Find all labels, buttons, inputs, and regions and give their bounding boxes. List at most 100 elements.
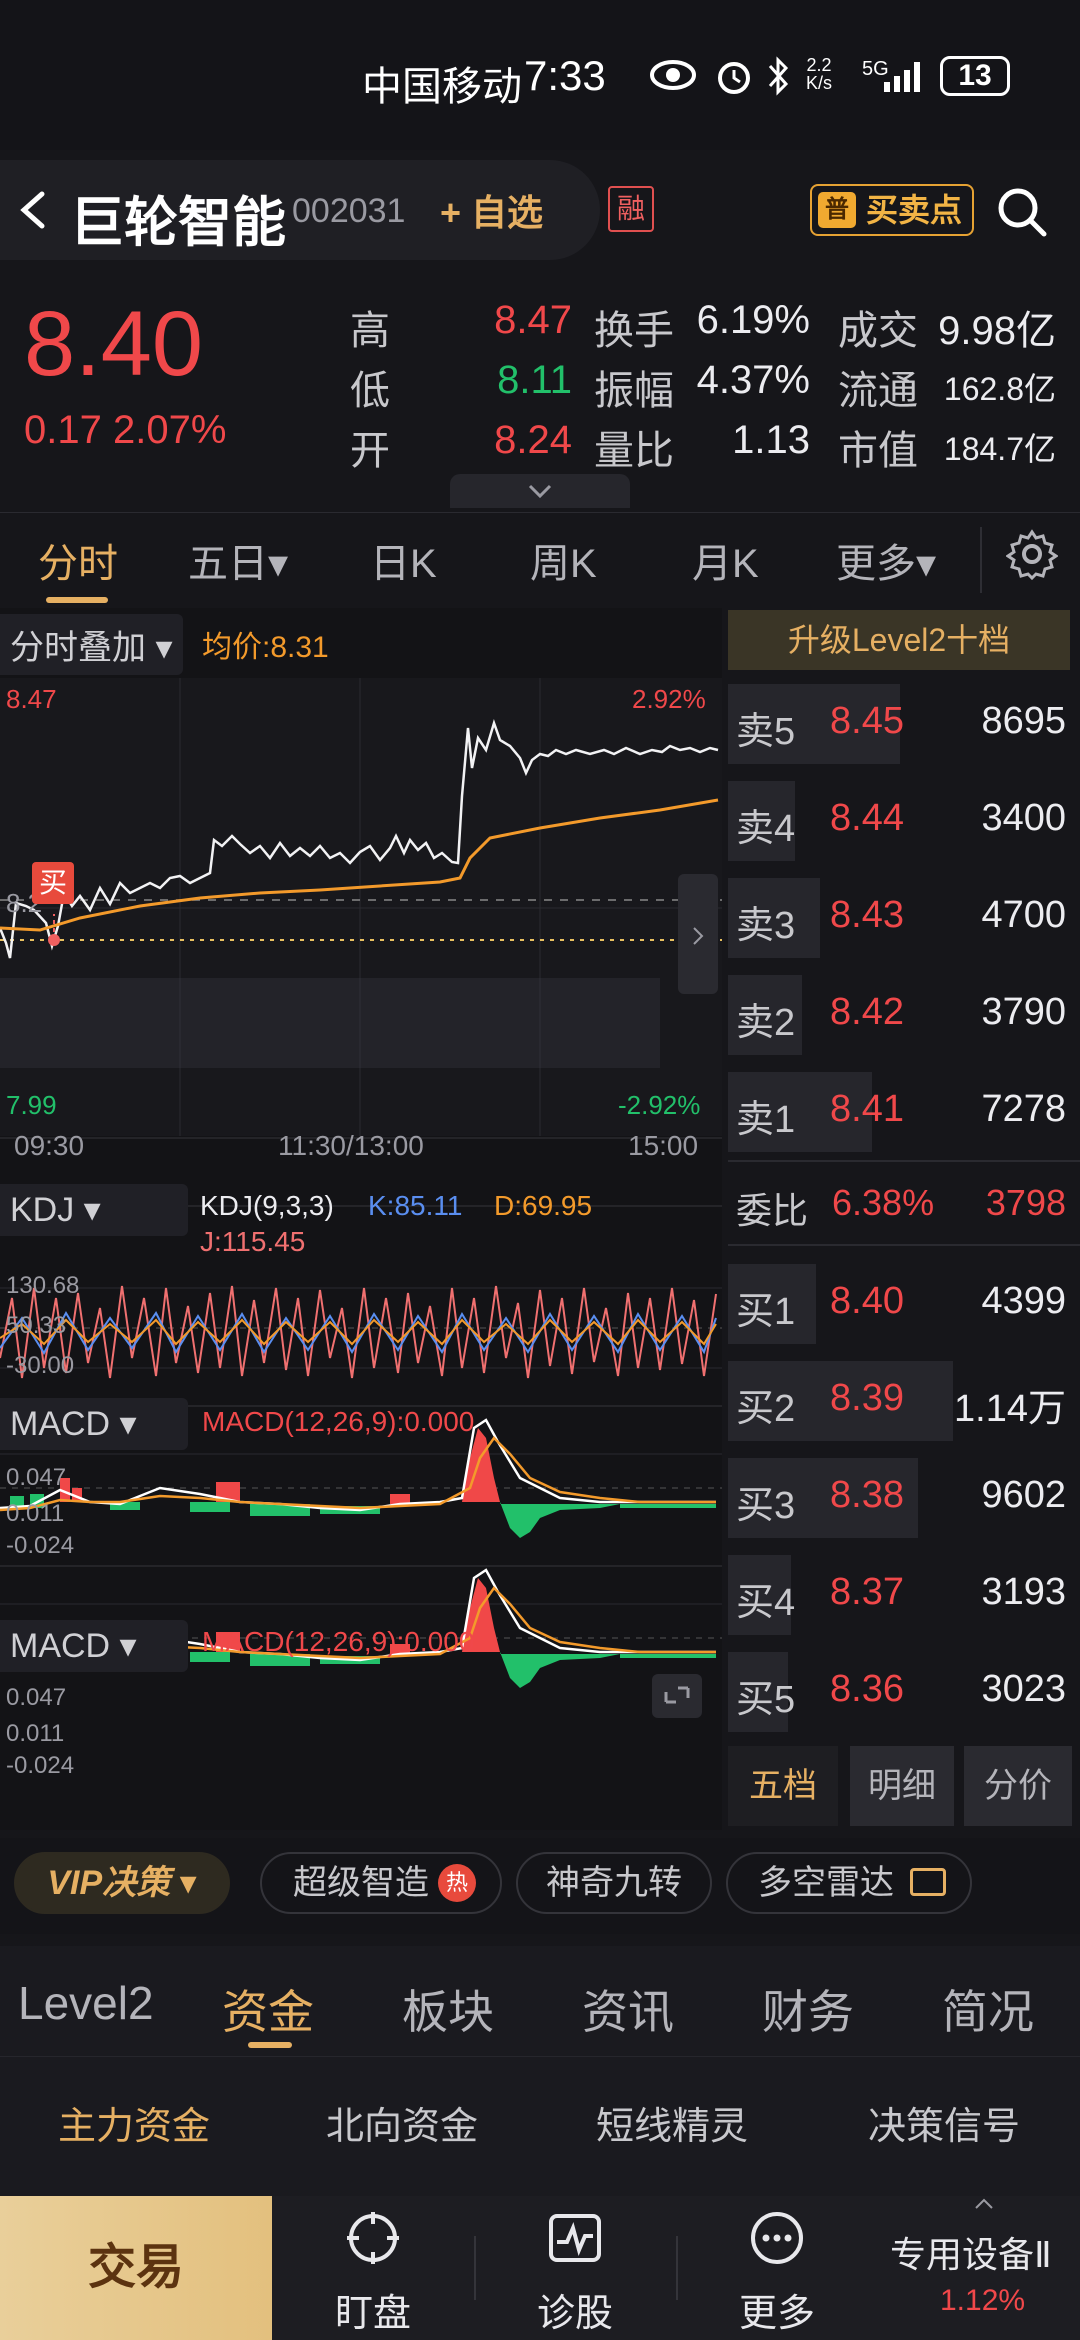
tab-profile[interactable]: 简况 bbox=[942, 1976, 1034, 2042]
subtab-short-term-sprite[interactable]: 短线精灵 bbox=[596, 2095, 748, 2150]
upgrade-level2-button[interactable]: 升级Level2十档 bbox=[728, 610, 1070, 670]
time-label-open: 09:30 bbox=[14, 1130, 85, 1161]
long-short-radar-pill[interactable]: 多空雷达 bbox=[726, 1852, 972, 1914]
sell-level-row[interactable]: 卖1 8.41 7278 bbox=[728, 1066, 1080, 1158]
nav-more[interactable]: 更多 bbox=[702, 2196, 852, 2340]
buy-level-row[interactable]: 买2 8.39 1.14万 bbox=[728, 1355, 1080, 1447]
sell-level-row[interactable]: 卖4 8.44 3400 bbox=[728, 775, 1080, 867]
tab-financials[interactable]: 财务 bbox=[762, 1976, 854, 2042]
level-price: 8.40 bbox=[830, 1280, 904, 1322]
macd-selector-1[interactable]: MACD ▾ bbox=[0, 1398, 188, 1450]
tab-monthly-k[interactable]: 月K bbox=[692, 531, 759, 589]
turnover-value: 6.19% bbox=[696, 298, 810, 342]
tab-funds[interactable]: 资金 bbox=[222, 1976, 314, 2042]
level-price: 8.42 bbox=[830, 991, 904, 1033]
level-label: 卖3 bbox=[736, 905, 796, 947]
high-value: 8.47 bbox=[494, 298, 572, 342]
search-icon[interactable] bbox=[994, 184, 1050, 240]
current-price: 8.40 bbox=[24, 293, 204, 395]
tab-intraday[interactable]: 分时 bbox=[38, 531, 118, 589]
kdj-j-line bbox=[0, 1285, 717, 1379]
level-label: 买1 bbox=[736, 1291, 796, 1333]
active-tab-indicator bbox=[46, 597, 108, 603]
battery-icon: 13 bbox=[940, 56, 1010, 96]
kdj-j-value: J:115.45 bbox=[200, 1226, 306, 1257]
clock: 7:33 bbox=[524, 52, 606, 99]
buy-level-row[interactable]: 买3 8.38 9602 bbox=[728, 1452, 1080, 1544]
open-label: 开 bbox=[350, 429, 390, 473]
hot-badge: 热 bbox=[438, 1864, 476, 1902]
tab-five-levels[interactable]: 五档 bbox=[728, 1746, 838, 1826]
level-volume: 3023 bbox=[981, 1668, 1066, 1710]
kdj-chart bbox=[0, 1285, 722, 1407]
kdj-d-value: D:69.95 bbox=[494, 1190, 593, 1221]
nav-watch-market[interactable]: 盯盘 bbox=[298, 2196, 448, 2340]
magic-nine-pill[interactable]: 神奇九转 bbox=[516, 1852, 712, 1914]
intraday-chart bbox=[0, 678, 722, 1207]
trade-button[interactable]: 交易 bbox=[0, 2196, 272, 2340]
tab-sector[interactable]: 板块 bbox=[402, 1976, 494, 2042]
radar-icon bbox=[910, 1868, 946, 1896]
stock-header: 巨轮智能 002031 + 自选 bbox=[0, 160, 600, 260]
feature-bar: VIP决策 ▾ 超级智造 热 神奇九转 多空雷达 bbox=[0, 1838, 1080, 1934]
subtab-main-funds[interactable]: 主力资金 bbox=[58, 2095, 210, 2150]
super-smart-pill[interactable]: 超级智造 热 bbox=[260, 1852, 502, 1914]
bid-ratio-pct: 6.38% bbox=[832, 1182, 935, 1223]
turnover-label: 换手 bbox=[594, 309, 674, 353]
level-volume: 1.14万 bbox=[954, 1388, 1066, 1430]
fullscreen-icon bbox=[652, 1674, 702, 1718]
divider bbox=[728, 1244, 1080, 1246]
expand-quote-button[interactable] bbox=[450, 474, 630, 508]
signal-icon bbox=[884, 62, 920, 92]
sector-ticker[interactable]: 专用设备Ⅱ 1.12% bbox=[880, 2196, 1080, 2340]
tab-level2[interactable]: Level2 bbox=[18, 1976, 154, 2030]
order-book: 升级Level2十档 卖5 8.45 8695 卖4 8.44 3400 卖3 8.43 470… bbox=[728, 608, 1080, 1830]
chart-scroll-handle bbox=[678, 874, 718, 994]
back-arrow-icon[interactable] bbox=[14, 188, 50, 232]
kdj-selector[interactable]: KDJ ▾ bbox=[0, 1184, 188, 1236]
macd-selector-2[interactable]: MACD ▾ bbox=[0, 1620, 188, 1672]
gear-icon[interactable] bbox=[1006, 528, 1058, 580]
sell-level-row[interactable]: 卖5 8.45 8695 bbox=[728, 678, 1080, 770]
sell-level-row[interactable]: 卖3 8.43 4700 bbox=[728, 872, 1080, 964]
buy-sell-label: 买卖点 bbox=[866, 192, 963, 228]
buy-level-row[interactable]: 买5 8.36 3023 bbox=[728, 1646, 1080, 1738]
tab-detail[interactable]: 明细 bbox=[850, 1746, 954, 1826]
chevron-down-icon bbox=[528, 484, 552, 499]
kdj-y-mid: 50.33 bbox=[6, 1312, 67, 1339]
level-label: 买4 bbox=[736, 1582, 796, 1624]
subtab-decision-signal[interactable]: 决策信号 bbox=[868, 2095, 1020, 2150]
subtab-northbound-funds[interactable]: 北向资金 bbox=[326, 2095, 478, 2150]
macd1-y-bottom: -0.024 bbox=[6, 1532, 75, 1559]
overlay-selector[interactable]: 分时叠加 ▾ bbox=[0, 614, 183, 675]
tab-news[interactable]: 资讯 bbox=[582, 1976, 674, 2042]
buy-level-row[interactable]: 买1 8.40 4399 bbox=[728, 1258, 1080, 1350]
tab-daily-k[interactable]: 日K bbox=[370, 531, 437, 589]
buy-level-row[interactable]: 买4 8.37 3193 bbox=[728, 1549, 1080, 1641]
bid-ratio-volume: 3798 bbox=[985, 1182, 1066, 1223]
buy-marker[interactable]: 买 bbox=[32, 862, 74, 904]
tab-more[interactable]: 更多▾ bbox=[836, 531, 936, 589]
target-icon bbox=[347, 2212, 399, 2264]
market-cap-value: 184.7亿 bbox=[943, 431, 1056, 467]
divider bbox=[728, 1160, 1080, 1162]
sell-level-row[interactable]: 卖2 8.42 3790 bbox=[728, 969, 1080, 1061]
level-volume: 8695 bbox=[981, 700, 1066, 742]
nav-diagnose-stock[interactable]: 诊股 bbox=[500, 2196, 650, 2340]
nav-diagnose-label: 诊股 bbox=[536, 2293, 613, 2335]
low-value: 8.11 bbox=[497, 358, 572, 402]
level-price: 8.38 bbox=[830, 1474, 904, 1516]
kdj-k-value: K:85.11 bbox=[368, 1190, 463, 1221]
amplitude-value: 4.37% bbox=[696, 358, 810, 402]
level-volume: 3193 bbox=[981, 1571, 1066, 1613]
vip-decision-button[interactable]: VIP决策 ▾ bbox=[14, 1852, 230, 1914]
volume-ratio-label: 量比 bbox=[594, 429, 674, 473]
tab-weekly-k[interactable]: 周K bbox=[530, 531, 597, 589]
buy-sell-points-button[interactable]: 普 买卖点 bbox=[810, 184, 974, 236]
active-tab-indicator bbox=[248, 2042, 292, 2048]
tab-price-distribution[interactable]: 分价 bbox=[964, 1746, 1072, 1826]
kdj-y-bottom: -30.00 bbox=[6, 1352, 75, 1379]
add-watchlist-button[interactable]: + 自选 bbox=[440, 184, 543, 236]
float-cap-value: 162.8亿 bbox=[943, 371, 1056, 407]
tab-five-day[interactable]: 五日▾ bbox=[188, 531, 288, 589]
